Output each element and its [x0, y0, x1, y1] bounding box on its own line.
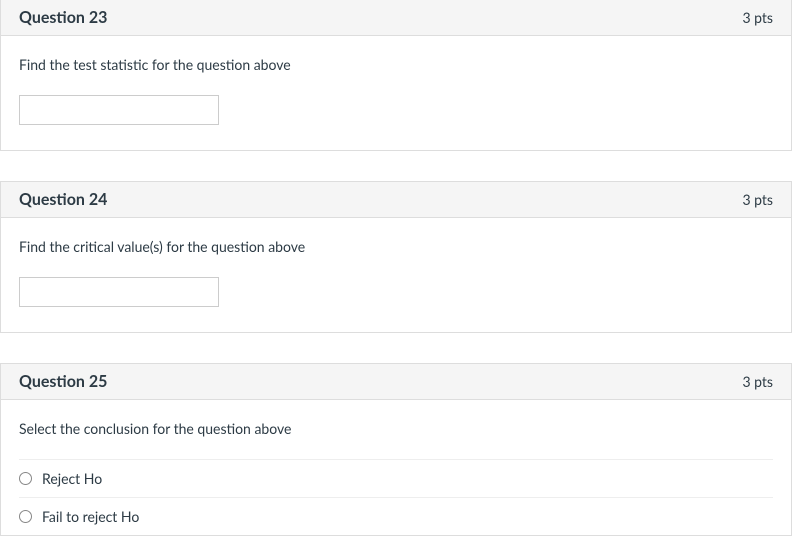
question-title: Question 24: [19, 190, 107, 209]
question-prompt: Select the conclusion for the question a…: [19, 420, 773, 437]
radio-option-reject[interactable]: Reject Ho: [19, 460, 773, 498]
radio-label: Reject Ho: [42, 470, 102, 487]
question-24-block: Question 24 3 pts Find the critical valu…: [0, 181, 792, 333]
answer-input[interactable]: [19, 277, 219, 307]
question-25-block: Question 25 3 pts Select the conclusion …: [0, 363, 792, 536]
question-points: 3 pts: [742, 9, 773, 26]
question-23-block: Question 23 3 pts Find the test statisti…: [0, 0, 792, 151]
radio-list: Reject Ho Fail to reject Ho: [19, 459, 773, 535]
question-body: Select the conclusion for the question a…: [1, 400, 791, 535]
question-prompt: Find the critical value(s) for the quest…: [19, 238, 773, 255]
question-body: Find the test statistic for the question…: [1, 36, 791, 150]
question-points: 3 pts: [742, 191, 773, 208]
radio-option-fail-to-reject[interactable]: Fail to reject Ho: [19, 498, 773, 535]
question-prompt: Find the test statistic for the question…: [19, 56, 773, 73]
question-header: Question 25 3 pts: [1, 364, 791, 400]
question-body: Find the critical value(s) for the quest…: [1, 218, 791, 332]
radio-input[interactable]: [19, 510, 32, 523]
question-points: 3 pts: [742, 373, 773, 390]
question-title: Question 23: [19, 8, 107, 27]
question-title: Question 25: [19, 372, 107, 391]
question-header: Question 23 3 pts: [1, 0, 791, 36]
answer-input[interactable]: [19, 95, 219, 125]
radio-label: Fail to reject Ho: [42, 508, 139, 525]
question-header: Question 24 3 pts: [1, 182, 791, 218]
radio-input[interactable]: [19, 472, 32, 485]
